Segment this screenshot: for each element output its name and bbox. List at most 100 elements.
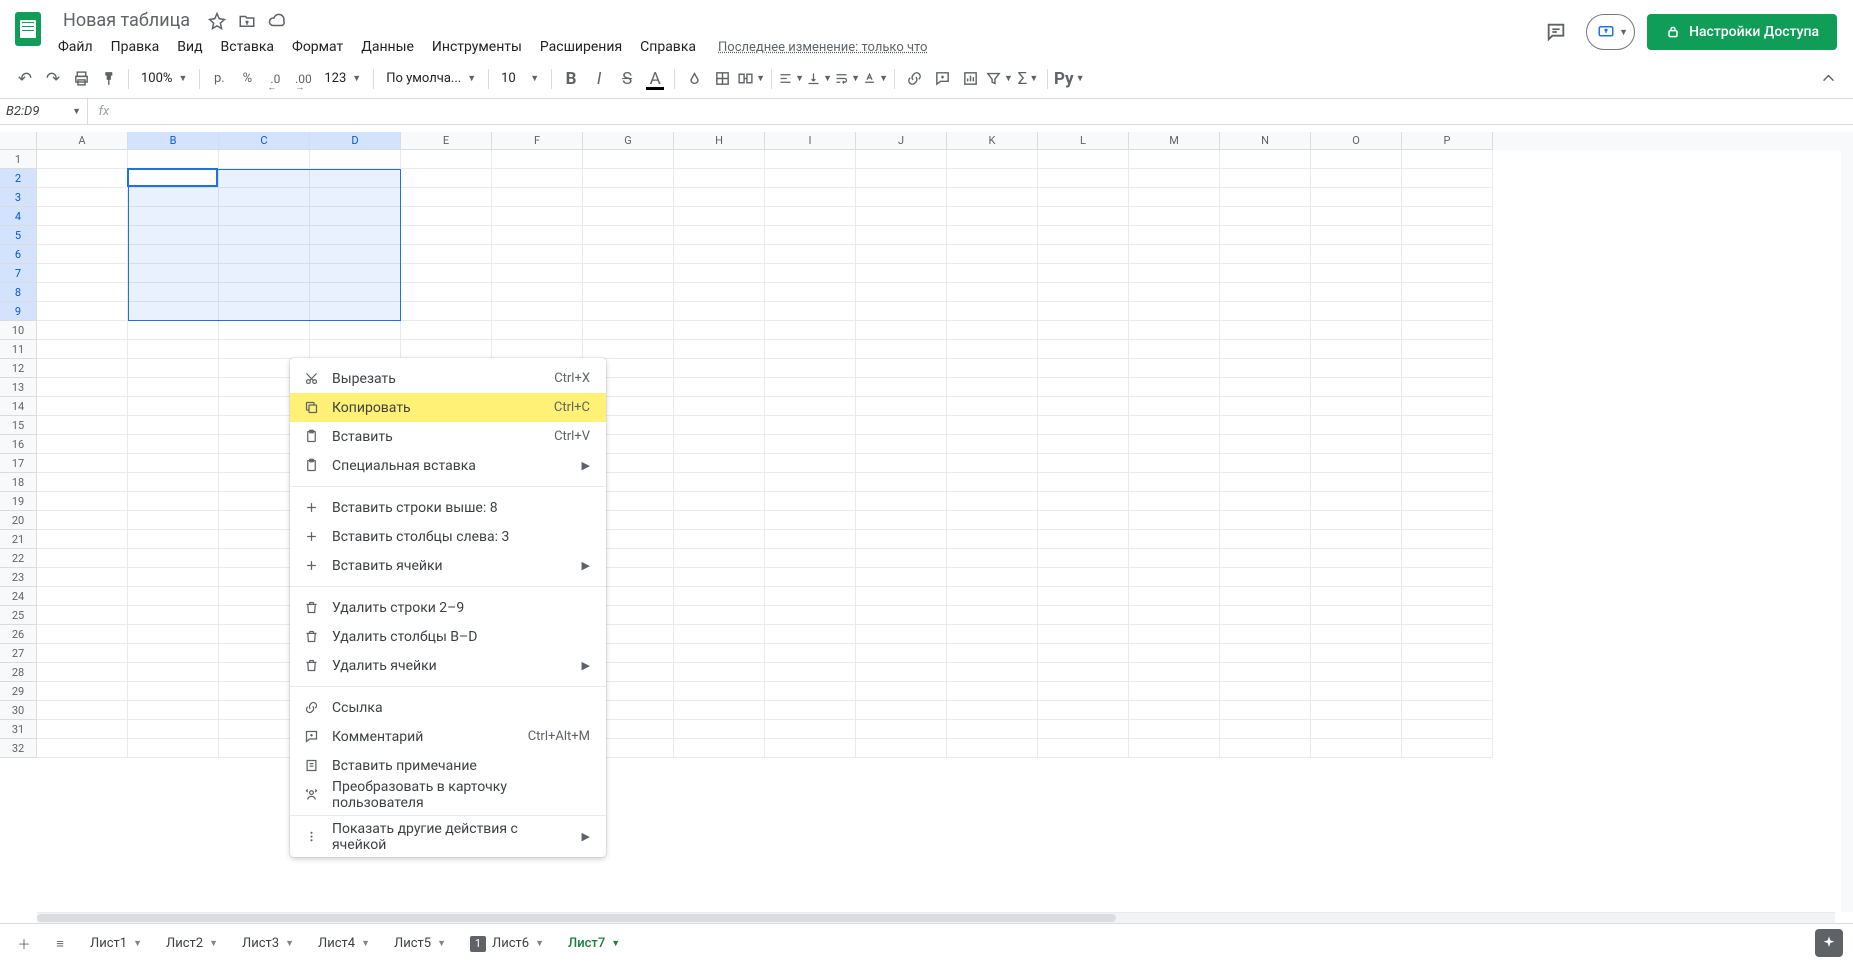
cell[interactable]	[128, 568, 219, 587]
cell[interactable]	[1038, 340, 1129, 359]
row-header[interactable]: 13	[0, 378, 37, 397]
cell[interactable]	[219, 226, 310, 245]
cell[interactable]	[1220, 321, 1311, 340]
cell[interactable]	[1129, 511, 1220, 530]
column-header[interactable]: K	[947, 132, 1038, 150]
cell[interactable]	[219, 321, 310, 340]
cell[interactable]	[1402, 245, 1493, 264]
cell[interactable]	[1402, 530, 1493, 549]
cell[interactable]	[765, 150, 856, 169]
cell[interactable]	[1402, 473, 1493, 492]
cell[interactable]	[674, 188, 765, 207]
cell[interactable]	[492, 264, 583, 283]
cell[interactable]	[128, 587, 219, 606]
cell[interactable]	[947, 568, 1038, 587]
context-menu-item[interactable]: ВставитьCtrl+V	[290, 422, 606, 451]
sheet-tab[interactable]: Лист2▼	[156, 928, 228, 960]
cell[interactable]	[128, 150, 219, 169]
cell[interactable]	[1038, 188, 1129, 207]
cell[interactable]	[1311, 245, 1402, 264]
column-header[interactable]: M	[1129, 132, 1220, 150]
row-header[interactable]: 17	[0, 454, 37, 473]
cell[interactable]	[1220, 264, 1311, 283]
cell[interactable]	[856, 644, 947, 663]
context-menu-item[interactable]: Вставить примечание	[290, 751, 606, 780]
cell[interactable]	[310, 245, 401, 264]
cell[interactable]	[1402, 264, 1493, 283]
zoom-dropdown[interactable]: 100%▼	[135, 66, 193, 92]
cell[interactable]	[765, 397, 856, 416]
cell[interactable]	[492, 302, 583, 321]
star-icon[interactable]	[207, 11, 227, 31]
cell[interactable]	[1129, 701, 1220, 720]
cell[interactable]	[856, 663, 947, 682]
column-header[interactable]: N	[1220, 132, 1311, 150]
select-all-corner[interactable]	[0, 132, 37, 150]
menu-item-формат[interactable]: Формат	[284, 35, 351, 59]
sheet-tab[interactable]: Лист1▼	[80, 928, 152, 960]
cell[interactable]	[1129, 606, 1220, 625]
insert-link-button[interactable]	[901, 66, 927, 92]
cell[interactable]	[856, 625, 947, 644]
cell[interactable]	[674, 435, 765, 454]
cell[interactable]	[856, 207, 947, 226]
cell[interactable]	[37, 739, 128, 758]
context-menu-item[interactable]: Удалить столбцы B–D	[290, 622, 606, 651]
cell[interactable]	[1220, 492, 1311, 511]
cell[interactable]	[856, 473, 947, 492]
cell[interactable]	[128, 397, 219, 416]
cell[interactable]	[1038, 701, 1129, 720]
cell[interactable]	[492, 226, 583, 245]
cell[interactable]	[583, 188, 674, 207]
cell[interactable]	[1311, 739, 1402, 758]
cell[interactable]	[401, 150, 492, 169]
cell[interactable]	[765, 226, 856, 245]
cell[interactable]	[856, 169, 947, 188]
borders-button[interactable]	[709, 66, 735, 92]
cell[interactable]	[856, 150, 947, 169]
menu-item-правка[interactable]: Правка	[103, 35, 168, 59]
cell[interactable]	[37, 720, 128, 739]
cell[interactable]	[765, 378, 856, 397]
sheets-logo-icon[interactable]	[15, 12, 41, 46]
row-header[interactable]: 23	[0, 568, 37, 587]
cell[interactable]	[1220, 549, 1311, 568]
fill-color-button[interactable]	[681, 66, 707, 92]
cell[interactable]	[583, 245, 674, 264]
cell[interactable]	[765, 169, 856, 188]
cell[interactable]	[219, 188, 310, 207]
row-header[interactable]: 24	[0, 587, 37, 606]
row-header[interactable]: 19	[0, 492, 37, 511]
cell[interactable]	[856, 302, 947, 321]
cell[interactable]	[947, 739, 1038, 758]
cell[interactable]	[1038, 264, 1129, 283]
cell[interactable]	[856, 378, 947, 397]
cell[interactable]	[674, 378, 765, 397]
more-formats-dropdown[interactable]: 123▼	[318, 66, 367, 92]
cell[interactable]	[674, 397, 765, 416]
cell[interactable]	[1311, 454, 1402, 473]
context-menu-item[interactable]: Вставить ячейки▶	[290, 551, 606, 580]
column-header[interactable]: E	[401, 132, 492, 150]
cell[interactable]	[37, 359, 128, 378]
input-tools-button[interactable]: Ру▼	[1054, 66, 1085, 92]
text-rotation-button[interactable]: ▼	[862, 66, 888, 92]
row-header[interactable]: 1	[0, 150, 37, 169]
cell[interactable]	[310, 302, 401, 321]
cell[interactable]	[1311, 568, 1402, 587]
cell[interactable]	[37, 207, 128, 226]
insert-comment-button[interactable]	[929, 66, 955, 92]
cell[interactable]	[1402, 302, 1493, 321]
cell[interactable]	[219, 150, 310, 169]
cell[interactable]	[765, 302, 856, 321]
cell[interactable]	[947, 245, 1038, 264]
cell[interactable]	[37, 226, 128, 245]
cell[interactable]	[1129, 663, 1220, 682]
cell[interactable]	[856, 549, 947, 568]
text-color-button[interactable]: A	[642, 66, 668, 92]
cell[interactable]	[37, 283, 128, 302]
cell[interactable]	[947, 549, 1038, 568]
cell[interactable]	[674, 245, 765, 264]
cell[interactable]	[674, 644, 765, 663]
cell[interactable]	[1311, 473, 1402, 492]
